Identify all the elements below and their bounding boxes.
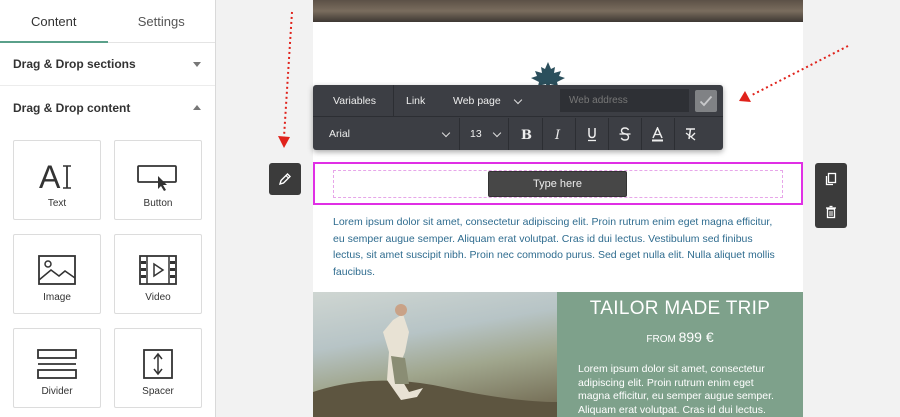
block-spacer[interactable]: Spacer — [114, 328, 202, 408]
web-address-input[interactable] — [560, 89, 689, 112]
link-button[interactable]: Link — [406, 85, 425, 117]
chevron-down-icon — [513, 95, 522, 104]
toolbar-row-link: Variables Link Web page — [313, 85, 723, 117]
button-icon — [137, 165, 177, 191]
block-image[interactable]: Image — [13, 234, 101, 314]
svg-text:A: A — [39, 160, 61, 192]
toolbar-row-format: Arial 13 B I — [313, 118, 723, 150]
edit-icon — [278, 173, 291, 186]
clear-format-button[interactable] — [674, 118, 707, 150]
block-label: Video — [145, 292, 171, 303]
text-color-button[interactable] — [641, 118, 674, 150]
text-icon: A — [39, 160, 71, 192]
video-icon — [139, 255, 177, 285]
section-label: Drag & Drop sections — [13, 57, 136, 71]
trip-description[interactable]: Lorem ipsum dolor sit amet, consectetur … — [578, 363, 788, 417]
font-family-value: Arial — [329, 128, 351, 140]
section-drag-drop-content[interactable]: Drag & Drop content — [0, 86, 215, 129]
strikethrough-button[interactable] — [608, 118, 641, 150]
italic-icon: I — [554, 128, 561, 141]
toolbar-divider — [393, 85, 394, 117]
block-label: Divider — [41, 386, 73, 397]
sidebar-tabs: Content Settings — [0, 0, 215, 43]
clear-format-icon — [685, 128, 696, 141]
delete-icon — [826, 205, 836, 219]
confirm-link-button[interactable] — [695, 90, 717, 112]
sidebar: Content Settings Drag & Drop sections Dr… — [0, 0, 216, 417]
font-size-value: 13 — [470, 128, 482, 140]
block-divider[interactable]: Divider — [13, 328, 101, 408]
image-icon — [38, 255, 76, 285]
editor-root: Content Settings Drag & Drop sections Dr… — [0, 0, 900, 417]
svg-text:B: B — [521, 128, 532, 141]
block-button[interactable]: Button — [114, 140, 202, 220]
spacer-icon — [143, 349, 173, 379]
tab-settings[interactable]: Settings — [108, 0, 216, 42]
svg-text:I: I — [554, 128, 561, 141]
toolbar-divider — [459, 118, 460, 150]
block-video[interactable]: Video — [114, 234, 202, 314]
bold-icon: B — [521, 128, 532, 141]
variables-button[interactable]: Variables — [333, 85, 376, 117]
bold-button[interactable]: B — [509, 118, 542, 150]
section-drag-drop-sections[interactable]: Drag & Drop sections — [0, 43, 215, 86]
body-paragraph[interactable]: Lorem ipsum dolor sit amet, consectetur … — [333, 214, 783, 280]
edit-block-button[interactable] — [269, 163, 301, 195]
trip-title[interactable]: TAILOR MADE TRIP — [557, 298, 803, 320]
link-type-select[interactable]: Web page — [453, 85, 535, 117]
hero-image[interactable] — [313, 0, 803, 22]
section-label: Drag & Drop content — [13, 100, 131, 115]
divider-icon — [37, 349, 77, 379]
trip-price[interactable]: FROM 899 € — [557, 329, 803, 345]
caret-down-icon — [193, 61, 201, 67]
block-label: Text — [47, 198, 67, 209]
from-label: FROM — [646, 334, 676, 345]
duplicate-block-button[interactable] — [815, 163, 847, 195]
block-text[interactable]: A Text — [13, 140, 101, 220]
chevron-down-icon — [441, 128, 451, 137]
price-value: 899 € — [678, 329, 714, 345]
link-type-value: Web page — [453, 95, 501, 107]
tab-content[interactable]: Content — [0, 0, 108, 43]
chevron-down-icon — [492, 128, 502, 137]
block-label: Image — [43, 292, 71, 303]
email-button[interactable]: Type here — [488, 171, 627, 197]
text-toolbar: Variables Link Web page Arial 13 — [313, 85, 723, 150]
font-size-select[interactable]: 13 — [470, 118, 502, 150]
copy-icon — [825, 172, 837, 186]
block-label: Spacer — [142, 386, 174, 397]
caret-up-icon — [193, 105, 201, 110]
jumping-person-image — [313, 304, 557, 417]
block-label: Button — [143, 198, 173, 209]
italic-button[interactable]: I — [542, 118, 575, 150]
trip-card: TAILOR MADE TRIP FROM 899 € Lorem ipsum … — [557, 292, 803, 417]
strikethrough-icon — [619, 127, 630, 141]
underline-button[interactable] — [575, 118, 608, 150]
check-icon — [699, 95, 713, 107]
text-color-icon — [652, 126, 663, 141]
font-family-select[interactable]: Arial — [329, 118, 451, 150]
trip-photo[interactable] — [313, 292, 557, 417]
underline-icon — [587, 127, 596, 141]
delete-block-button[interactable] — [815, 196, 847, 228]
block-tools — [815, 163, 847, 228]
